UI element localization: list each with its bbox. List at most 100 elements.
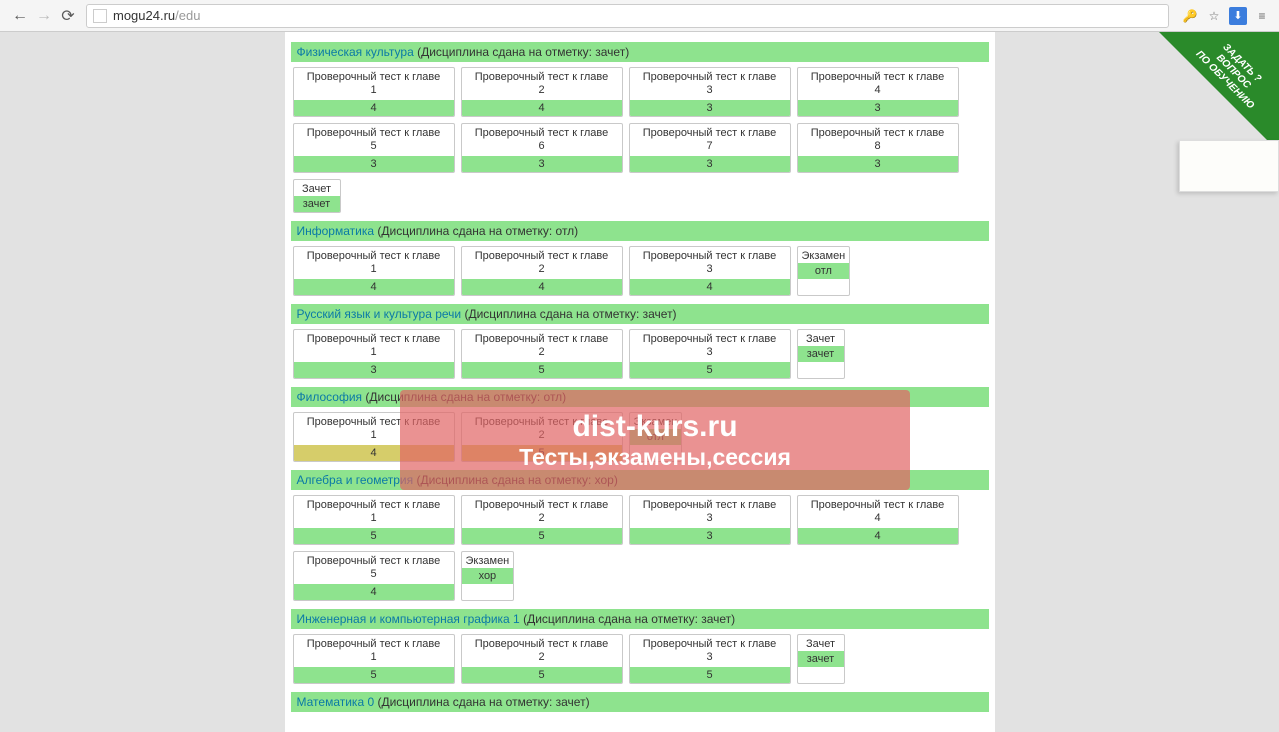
toolbar-right: 🔑 ☆ ⬇ ≡ <box>1175 7 1271 25</box>
test-title: Зачет <box>294 180 340 196</box>
test-card[interactable]: Проверочный тест к главе13 <box>293 329 455 379</box>
test-card[interactable]: Проверочный тест к главе54 <box>293 551 455 601</box>
subject-link[interactable]: Информатика <box>297 224 375 238</box>
test-title: Проверочный тест к главе <box>462 330 622 346</box>
test-card[interactable]: Проверочный тест к главе83 <box>797 123 959 173</box>
test-card[interactable]: Проверочный тест к главе24 <box>461 246 623 296</box>
test-card[interactable]: Проверочный тест к главе25 <box>461 634 623 684</box>
url-host: mogu24.ru <box>113 8 175 23</box>
note-sticker[interactable] <box>1179 140 1279 192</box>
test-title: Проверочный тест к главе <box>462 635 622 651</box>
test-card[interactable]: Проверочный тест к главе14 <box>293 412 455 462</box>
test-card[interactable]: Проверочный тест к главе33 <box>629 67 791 117</box>
tests-row: Проверочный тест к главе14Проверочный те… <box>291 407 989 464</box>
tests-row: Проверочный тест к главе14Проверочный те… <box>291 62 989 215</box>
test-card[interactable]: Проверочный тест к главе15 <box>293 495 455 545</box>
test-title: Проверочный тест к главе <box>294 330 454 346</box>
subject-status: (Дисциплина сдана на отметку: отл) <box>362 390 566 404</box>
download-icon[interactable]: ⬇ <box>1229 7 1247 25</box>
subject-link[interactable]: Физическая культура <box>297 45 414 59</box>
subject-link[interactable]: Философия <box>297 390 363 404</box>
test-card[interactable]: Проверочный тест к главе33 <box>629 495 791 545</box>
subject-status: (Дисциплина сдана на отметку: зачет) <box>520 612 735 626</box>
content-panel: Физическая культура (Дисциплина сдана на… <box>285 32 995 732</box>
forward-button[interactable]: → <box>32 4 56 28</box>
test-number: 1 <box>294 84 454 100</box>
test-title: Проверочный тест к главе <box>798 496 958 512</box>
test-card[interactable]: Проверочный тест к главе35 <box>629 329 791 379</box>
test-card[interactable]: Зачетзачет <box>797 329 845 379</box>
test-score: зачет <box>294 196 340 212</box>
test-card[interactable]: Экзаменотл <box>629 412 683 462</box>
test-number: 2 <box>462 263 622 279</box>
test-title: Зачет <box>798 635 844 651</box>
test-title: Проверочный тест к главе <box>294 552 454 568</box>
test-card[interactable]: Экзаменотл <box>797 246 851 296</box>
test-score: зачет <box>798 651 844 667</box>
test-card[interactable]: Экзаменхор <box>461 551 515 601</box>
test-title: Проверочный тест к главе <box>294 413 454 429</box>
test-card[interactable]: Проверочный тест к главе73 <box>629 123 791 173</box>
test-number: 1 <box>294 512 454 528</box>
test-title: Проверочный тест к главе <box>630 68 790 84</box>
subject-link[interactable]: Русский язык и культура речи <box>297 307 462 321</box>
test-card[interactable]: Проверочный тест к главе44 <box>797 495 959 545</box>
test-score: 4 <box>798 528 958 544</box>
tests-row: Проверочный тест к главе13Проверочный те… <box>291 324 989 381</box>
test-card[interactable]: Проверочный тест к главе43 <box>797 67 959 117</box>
subject-link[interactable]: Алгебра и геометрия <box>297 473 414 487</box>
test-number: 4 <box>798 512 958 528</box>
test-card[interactable]: Проверочный тест к главе25 <box>461 412 623 462</box>
test-score: 4 <box>462 279 622 295</box>
test-number: 3 <box>630 346 790 362</box>
test-card[interactable]: Проверочный тест к главе63 <box>461 123 623 173</box>
test-title: Проверочный тест к главе <box>630 635 790 651</box>
test-card[interactable]: Проверочный тест к главе34 <box>629 246 791 296</box>
bookmark-icon[interactable]: ☆ <box>1205 7 1223 25</box>
test-title: Проверочный тест к главе <box>630 330 790 346</box>
test-score: 3 <box>798 156 958 172</box>
test-score: 3 <box>630 156 790 172</box>
test-card[interactable]: Проверочный тест к главе24 <box>461 67 623 117</box>
test-number: 3 <box>630 651 790 667</box>
test-title: Проверочный тест к главе <box>294 124 454 140</box>
test-title: Экзамен <box>462 552 514 568</box>
subject-link[interactable]: Математика 0 <box>297 695 375 709</box>
subject-link[interactable]: Инженерная и компьютерная графика 1 <box>297 612 520 626</box>
test-card[interactable]: Проверочный тест к главе35 <box>629 634 791 684</box>
key-icon[interactable]: 🔑 <box>1181 7 1199 25</box>
test-number: 2 <box>462 84 622 100</box>
test-number: 4 <box>798 84 958 100</box>
test-card[interactable]: Зачетзачет <box>797 634 845 684</box>
test-card[interactable]: Проверочный тест к главе15 <box>293 634 455 684</box>
test-score: 5 <box>294 667 454 683</box>
subject-header: Информатика (Дисциплина сдана на отметку… <box>291 221 989 241</box>
subject-header: Алгебра и геометрия (Дисциплина сдана на… <box>291 470 989 490</box>
test-card[interactable]: Проверочный тест к главе14 <box>293 67 455 117</box>
test-score: 3 <box>798 100 958 116</box>
test-title: Проверочный тест к главе <box>630 247 790 263</box>
browser-toolbar: ← → ⟳ mogu24.ru/edu 🔑 ☆ ⬇ ≡ <box>0 0 1279 32</box>
test-number: 7 <box>630 140 790 156</box>
test-card[interactable]: Проверочный тест к главе25 <box>461 329 623 379</box>
menu-icon[interactable]: ≡ <box>1253 7 1271 25</box>
url-bar[interactable]: mogu24.ru/edu <box>86 4 1169 28</box>
test-score: 4 <box>630 279 790 295</box>
test-score: хор <box>462 568 514 584</box>
test-title: Зачет <box>798 330 844 346</box>
reload-button[interactable]: ⟳ <box>56 4 80 28</box>
back-button[interactable]: ← <box>8 4 32 28</box>
test-score: 5 <box>462 362 622 378</box>
test-score: 5 <box>462 445 622 461</box>
test-card[interactable]: Проверочный тест к главе25 <box>461 495 623 545</box>
tests-row: Проверочный тест к главе15Проверочный те… <box>291 490 989 603</box>
test-number: 3 <box>630 84 790 100</box>
test-card[interactable]: Зачетзачет <box>293 179 341 213</box>
test-title: Проверочный тест к главе <box>462 68 622 84</box>
test-score: 5 <box>294 528 454 544</box>
subject-header: Инженерная и компьютерная графика 1 (Дис… <box>291 609 989 629</box>
test-score: 4 <box>294 100 454 116</box>
test-card[interactable]: Проверочный тест к главе14 <box>293 246 455 296</box>
test-score: 4 <box>462 100 622 116</box>
test-card[interactable]: Проверочный тест к главе53 <box>293 123 455 173</box>
